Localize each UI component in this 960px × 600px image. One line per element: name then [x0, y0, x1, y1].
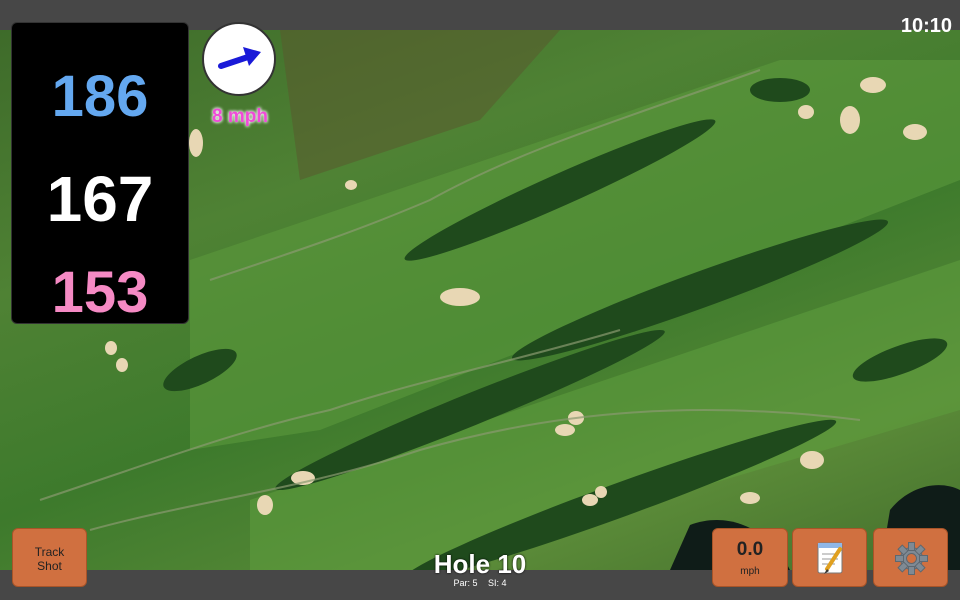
settings-button[interactable]: [873, 528, 948, 587]
clock: 10:10: [900, 15, 952, 37]
speed-unit: mph: [740, 566, 760, 577]
hole-stroke-index: SI: 4: [488, 578, 507, 588]
distance-back: 186: [51, 64, 149, 129]
hole-title: Hole 10: [433, 549, 527, 579]
track-shot-button[interactable]: Track Shot: [12, 528, 87, 587]
gear-icon: [895, 542, 928, 575]
speed-button[interactable]: 0.0 mph: [712, 528, 788, 587]
speed-value: 0.0: [736, 539, 764, 560]
wind-direction-arrow-icon: [218, 47, 261, 69]
wind-speed-label: 8 mph: [212, 106, 268, 127]
track-shot-label-line2: Shot: [37, 559, 62, 573]
distance-middle: 167: [46, 163, 154, 235]
distance-front: 153: [51, 260, 149, 325]
track-shot-label-line1: Track: [34, 545, 65, 559]
hole-par: Par: 5: [453, 578, 478, 588]
distance-panel: 186 167 153: [11, 22, 189, 325]
notepad-icon: [817, 542, 843, 574]
hole-info: Par: 5 SI: 4: [380, 578, 580, 588]
wind-indicator[interactable]: [202, 22, 276, 96]
notes-button[interactable]: [792, 528, 867, 587]
